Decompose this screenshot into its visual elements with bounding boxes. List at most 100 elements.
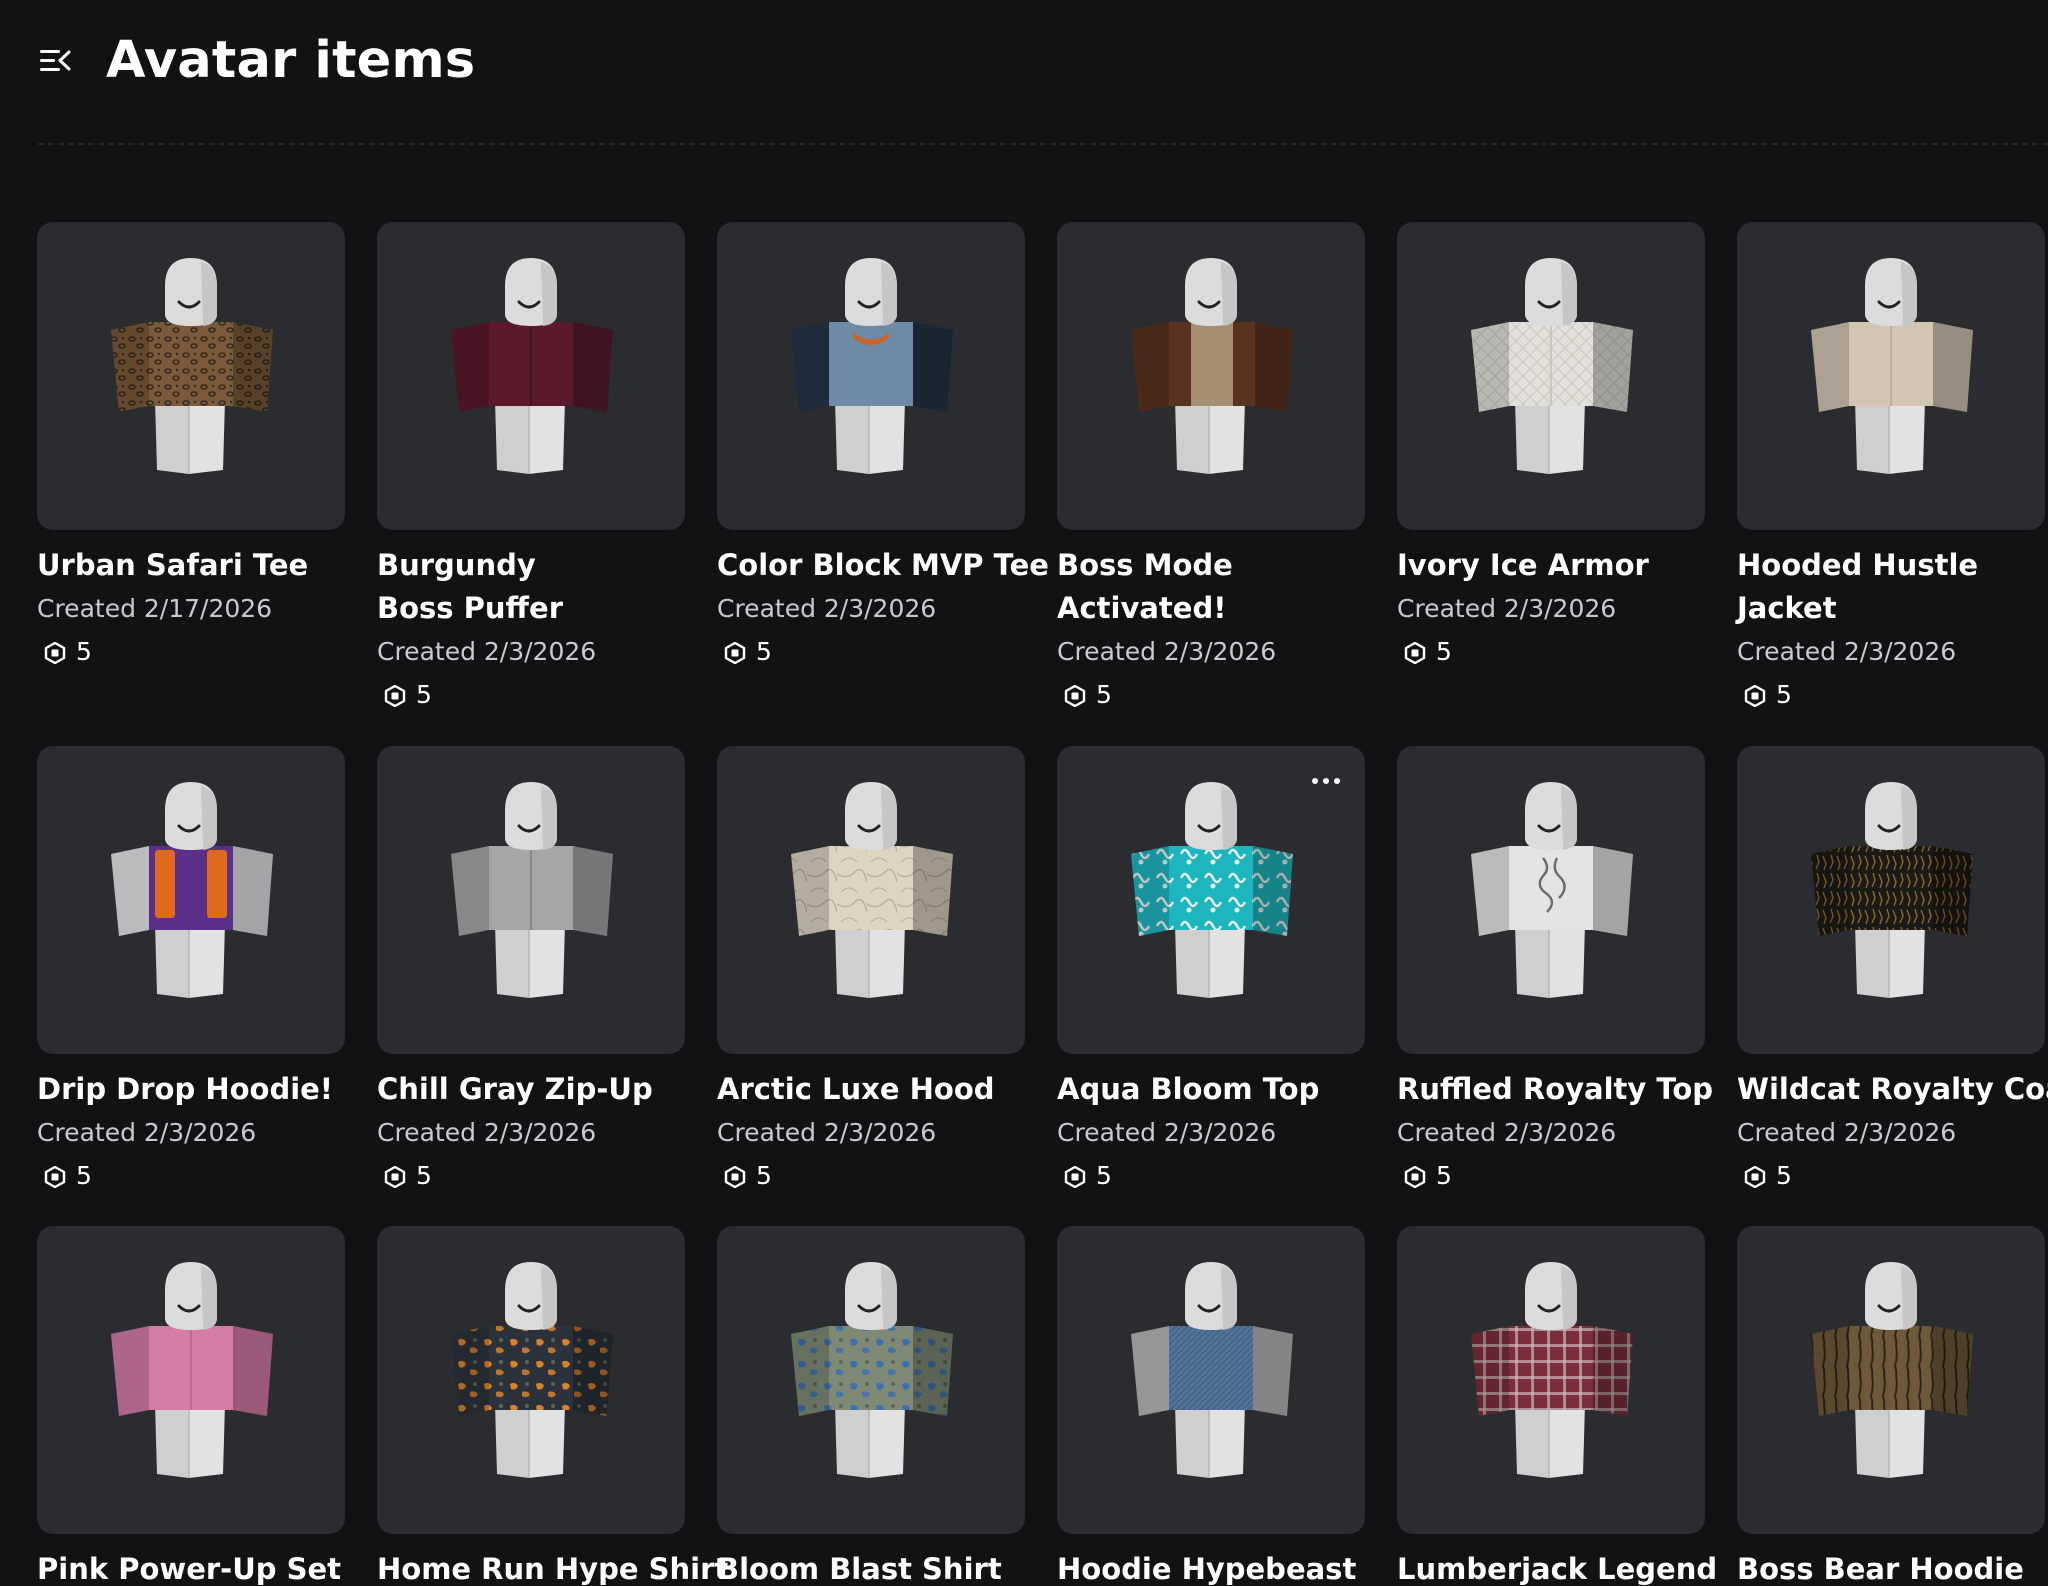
avatar-preview-image	[791, 1262, 953, 1478]
item-thumbnail[interactable]	[1057, 746, 1365, 1054]
price-value: 5	[1436, 1161, 1452, 1190]
item-name[interactable]: Boss Mode Activated!	[1057, 544, 1257, 630]
item-meta: Created 2/3/2026 5	[1397, 1111, 1705, 1197]
item-thumbnail[interactable]	[1057, 222, 1365, 530]
price-value: 5	[416, 680, 432, 709]
item-name[interactable]: Hooded Hustle Jacket	[1737, 544, 1997, 630]
more-options-icon[interactable]	[1309, 774, 1343, 788]
avatar-preview-image	[451, 258, 613, 474]
avatar-preview-image	[1811, 1262, 1973, 1478]
item-thumbnail[interactable]	[1737, 746, 2045, 1054]
robux-icon	[384, 1165, 406, 1188]
item-meta: Created 2/3/2026 5	[1057, 630, 1365, 716]
item-name[interactable]: Boss Bear Hoodie	[1737, 1548, 2045, 1586]
item-thumbnail[interactable]	[377, 1226, 685, 1534]
avatar-preview-image	[111, 1262, 273, 1478]
item-name[interactable]: Aqua Bloom Top	[1057, 1068, 1365, 1111]
item-name[interactable]: Ivory Ice Armor	[1397, 544, 1705, 587]
created-date: Created 2/17/2026	[37, 594, 273, 623]
item-price: 5	[717, 630, 1025, 673]
item-name[interactable]: Chill Gray Zip-Up	[377, 1068, 685, 1111]
created-date: Created 2/3/2026	[1737, 1118, 1957, 1147]
created-date: Created 2/3/2026	[1737, 637, 1957, 666]
avatar-preview-image	[111, 258, 273, 474]
created-date: Created 2/3/2026	[1057, 1118, 1277, 1147]
item-price: 5	[37, 1154, 345, 1197]
item-thumbnail[interactable]	[1397, 222, 1705, 530]
item-thumbnail[interactable]	[1397, 746, 1705, 1054]
avatar-preview-image	[451, 782, 613, 998]
item-thumbnail[interactable]	[717, 1226, 1025, 1534]
item-name[interactable]: Wildcat Royalty Coat	[1737, 1068, 2048, 1111]
item-meta: Created 2/3/2026 5	[1737, 630, 2045, 716]
item-meta: Created 2/3/2026 5	[1397, 587, 1705, 673]
created-date: Created 2/3/2026	[377, 637, 597, 666]
robux-icon	[384, 684, 406, 707]
item-price: 5	[717, 1154, 1025, 1197]
robux-icon	[1064, 1165, 1086, 1188]
created-date: Created 2/3/2026	[37, 1118, 257, 1147]
created-date: Created 2/3/2026	[377, 1118, 597, 1147]
item-thumbnail[interactable]	[37, 746, 345, 1054]
avatar-preview-image	[791, 782, 953, 998]
robux-icon	[1064, 684, 1086, 707]
robux-icon	[1404, 1165, 1426, 1188]
created-date: Created 2/3/2026	[717, 1118, 937, 1147]
menu-collapse-icon[interactable]	[38, 46, 72, 76]
item-name[interactable]: Urban Safari Tee	[37, 544, 345, 587]
item-name[interactable]: Hoodie Hypebeast	[1057, 1548, 1365, 1586]
item-thumbnail[interactable]	[377, 222, 685, 530]
item-name[interactable]: Lumberjack Legend	[1397, 1548, 1717, 1586]
created-date: Created 2/3/2026	[1397, 594, 1617, 623]
item-name[interactable]: Burgundy Boss Puffer	[377, 544, 607, 630]
item-thumbnail[interactable]	[1397, 1226, 1705, 1534]
price-value: 5	[1096, 680, 1112, 709]
avatar-preview-image	[1131, 258, 1293, 474]
item-price: 5	[377, 673, 685, 716]
created-date: Created 2/3/2026	[1397, 1118, 1617, 1147]
price-value: 5	[1776, 680, 1792, 709]
item-meta: Created 2/3/2026 5	[37, 1111, 345, 1197]
robux-icon	[724, 641, 746, 664]
item-price: 5	[1057, 673, 1365, 716]
price-value: 5	[1436, 637, 1452, 666]
avatar-preview-image	[111, 782, 273, 998]
item-price: 5	[37, 630, 345, 673]
item-meta: Created 2/3/2026 5	[717, 1111, 1025, 1197]
item-name[interactable]: Color Block MVP Tee	[717, 544, 1049, 587]
item-name[interactable]: Arctic Luxe Hood	[717, 1068, 1025, 1111]
header-divider	[38, 143, 2048, 145]
robux-icon	[44, 1165, 66, 1188]
item-thumbnail[interactable]	[1057, 1226, 1365, 1534]
item-thumbnail[interactable]	[1737, 1226, 2045, 1534]
item-thumbnail[interactable]	[377, 746, 685, 1054]
item-thumbnail[interactable]	[717, 222, 1025, 530]
item-name[interactable]: Drip Drop Hoodie!	[37, 1068, 345, 1111]
item-name[interactable]: Pink Power-Up Set	[37, 1548, 345, 1586]
item-name[interactable]: Home Run Hype Shirt	[377, 1548, 728, 1586]
price-value: 5	[76, 1161, 92, 1190]
item-thumbnail[interactable]	[717, 746, 1025, 1054]
item-meta: Created 2/3/2026 5	[1737, 1111, 2045, 1197]
item-meta: Created 2/3/2026 5	[377, 1111, 685, 1197]
item-price: 5	[1397, 630, 1705, 673]
item-name[interactable]: Bloom Blast Shirt	[717, 1548, 1025, 1586]
avatar-preview-image	[1811, 258, 1973, 474]
price-value: 5	[1096, 1161, 1112, 1190]
page-title: Avatar items	[106, 31, 476, 90]
item-thumbnail[interactable]	[1737, 222, 2045, 530]
created-date: Created 2/3/2026	[717, 594, 937, 623]
robux-icon	[1744, 1165, 1766, 1188]
item-meta: Created 2/3/2026 5	[377, 630, 685, 716]
price-value: 5	[756, 637, 772, 666]
avatar-preview-image	[1131, 782, 1293, 998]
avatar-preview-image	[1811, 782, 1973, 998]
item-thumbnail[interactable]	[37, 1226, 345, 1534]
avatar-items-page: Avatar items Urban Safari Tee Created 2/…	[0, 0, 2048, 1586]
item-price: 5	[1737, 673, 2045, 716]
item-thumbnail[interactable]	[37, 222, 345, 530]
item-meta: Created 2/3/2026 5	[717, 587, 1025, 673]
robux-icon	[1404, 641, 1426, 664]
price-value: 5	[76, 637, 92, 666]
item-name[interactable]: Ruffled Royalty Top	[1397, 1068, 1713, 1111]
